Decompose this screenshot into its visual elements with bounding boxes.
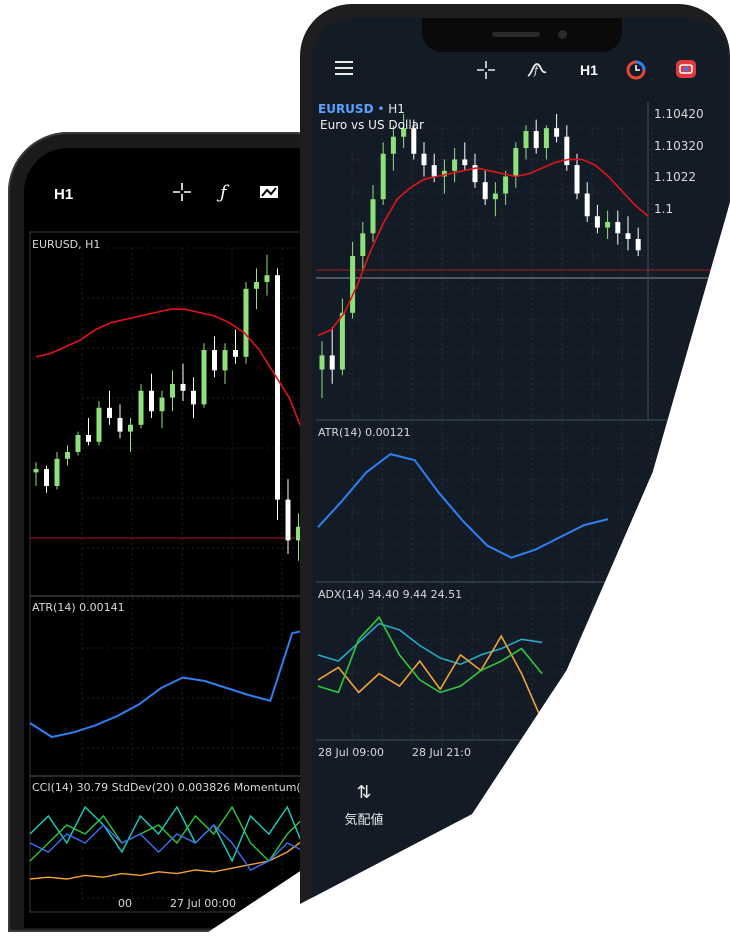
- price-level: 1.10420: [654, 107, 704, 121]
- candle-body: [65, 452, 70, 459]
- candle-body: [543, 128, 549, 149]
- candle-body: [554, 128, 560, 137]
- candle-body: [254, 282, 259, 289]
- price-level: 1.1: [654, 202, 674, 216]
- front-phone: f H1 EURUSD • H1 Euro vs US Dollar 1.104…: [300, 4, 730, 904]
- candle-body: [128, 424, 133, 432]
- candle-body: [138, 390, 144, 425]
- price-level: 1.10320: [654, 139, 704, 153]
- atr-label: ATR(14) 0.00121: [318, 426, 411, 439]
- candle-body: [285, 499, 291, 541]
- candle-body: [191, 390, 196, 405]
- candle-body: [96, 407, 102, 442]
- candle-body: [380, 153, 386, 200]
- time-axis-label: 27 Jul 00:00: [170, 897, 236, 910]
- candle-body: [492, 193, 498, 200]
- candle-body: [264, 275, 270, 282]
- candle-body: [233, 350, 238, 357]
- candle-body: [523, 131, 529, 149]
- candle-body: [107, 407, 112, 418]
- symbol-description: Euro vs US Dollar: [320, 118, 424, 132]
- candle-body: [574, 165, 580, 194]
- candle-body: [462, 159, 468, 166]
- candle-body: [339, 312, 345, 370]
- candle-body: [431, 165, 437, 177]
- candle-body: [33, 469, 39, 473]
- candle-body: [243, 288, 249, 357]
- atr-line: [29, 627, 315, 739]
- time-axis-label: 28 Jul 21:0: [412, 746, 471, 759]
- candle-body: [360, 233, 366, 256]
- symbol-timeframe: H1: [388, 102, 405, 116]
- candle-body: [513, 148, 519, 177]
- candle-body: [350, 256, 356, 313]
- atr-line: [317, 453, 609, 559]
- candle-body: [170, 384, 175, 398]
- candle-body: [44, 469, 49, 486]
- candle-body: [584, 193, 590, 217]
- atr-label: ATR(14) 0.00141: [32, 601, 125, 614]
- front-phone-screen: f H1 EURUSD • H1 Euro vs US Dollar 1.104…: [312, 18, 728, 898]
- candle-body: [625, 233, 631, 239]
- main-chart-label: EURUSD, H1: [32, 238, 101, 251]
- back-phone-screen: H1 ƒ EURUSD, H1 ATR(14) 0.00141 CCI(14) …: [24, 148, 344, 928]
- candle-body: [635, 238, 641, 251]
- oscillator-line: [29, 824, 325, 880]
- candle-body: [390, 136, 396, 154]
- quotes-tab[interactable]: ⇅ 気配値: [324, 782, 404, 828]
- time-axis-label: 28 Jul 09:00: [318, 746, 384, 759]
- oscillator-line: [29, 824, 325, 871]
- candle-body: [54, 458, 60, 486]
- candle-body: [275, 275, 280, 500]
- candle-body: [180, 384, 186, 391]
- symbol-name: EURUSD: [318, 102, 374, 116]
- sort-arrows-icon: ⇅: [356, 782, 372, 802]
- candle-body: [222, 350, 228, 371]
- candle-body: [411, 128, 417, 154]
- candle-body: [75, 435, 81, 452]
- quotes-tab-label: 気配値: [344, 813, 384, 828]
- candle-body: [159, 397, 165, 412]
- candle-body: [319, 355, 325, 370]
- candle-body: [452, 159, 458, 171]
- chart-frame: [29, 231, 344, 913]
- time-axis-label: 27 Jul: [268, 897, 299, 910]
- candle-body: [149, 390, 154, 412]
- candle-body: [503, 176, 509, 194]
- price-level: 1.1022: [654, 170, 696, 184]
- candle-body: [615, 221, 621, 234]
- candle-body: [421, 153, 427, 166]
- candle-body: [482, 182, 488, 200]
- candle-body: [86, 435, 91, 442]
- back-chart-canvas[interactable]: [24, 148, 344, 928]
- phone-volume-button: [2, 372, 8, 448]
- time-axis-label: 00: [118, 897, 132, 910]
- phone-side-button: [2, 312, 8, 358]
- adx-line: [317, 616, 543, 694]
- candle-body: [117, 418, 123, 432]
- candle-body: [212, 350, 217, 371]
- candle-body: [605, 221, 611, 228]
- adx-label: ADX(14) 34.40 9.44 24.51: [318, 588, 463, 601]
- candle-body: [201, 350, 207, 405]
- symbol-header: EURUSD • H1: [318, 102, 405, 116]
- osc-label: CCI(14) 30.79 StdDev(20) 0.003826 Moment…: [32, 781, 337, 794]
- candle-body: [329, 355, 335, 370]
- candle-body: [370, 199, 376, 234]
- candle-body: [533, 131, 539, 149]
- candle-body: [594, 216, 600, 228]
